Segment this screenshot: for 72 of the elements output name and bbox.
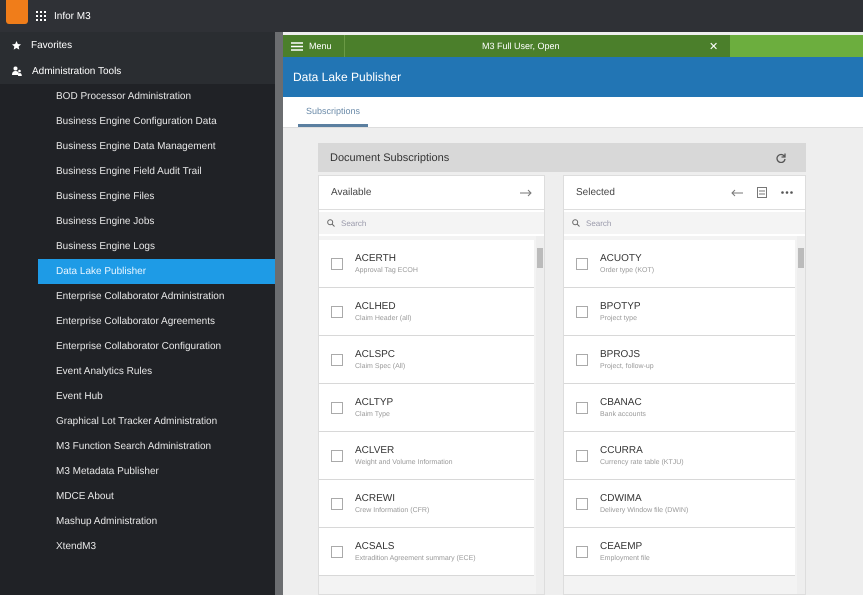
checkbox[interactable]	[576, 306, 588, 318]
scrollbar[interactable]	[797, 236, 805, 594]
item-code: BPOTYP	[600, 301, 641, 312]
checkbox[interactable]	[576, 498, 588, 510]
item-code: ACUOTY	[600, 253, 643, 264]
star-icon	[12, 40, 21, 50]
checkbox[interactable]	[576, 402, 588, 414]
sidebar-item[interactable]: BOD Processor Administration	[38, 84, 275, 109]
sidebar-item[interactable]: Mashup Administration	[38, 509, 275, 534]
item-code: ACLHED	[355, 301, 397, 312]
menu-icon	[291, 42, 303, 50]
sidebar-item[interactable]: MDCE About	[38, 484, 275, 509]
item-code: ACSALS	[355, 541, 396, 552]
arrow-right-icon[interactable]	[520, 188, 532, 196]
sidebar-item[interactable]: Event Analytics Rules	[38, 359, 275, 384]
item-code: CEAEMP	[600, 541, 644, 552]
sidebar-item[interactable]: Business Engine Field Audit Trail	[38, 159, 275, 184]
users-icon	[12, 66, 22, 76]
search-field[interactable]: Search	[564, 212, 805, 234]
sidebar-item[interactable]: Enterprise Collaborator Configuration	[38, 334, 275, 359]
search-field[interactable]: Search	[319, 212, 544, 234]
sidebar-item[interactable]: Enterprise Collaborator Agreements	[38, 309, 275, 334]
refresh-icon[interactable]	[776, 152, 786, 162]
checkbox[interactable]	[331, 354, 343, 366]
more-icon[interactable]	[781, 191, 793, 194]
column-title: Selected	[576, 187, 616, 198]
checkbox[interactable]	[576, 450, 588, 462]
sidebar-item[interactable]: XtendM3	[38, 534, 275, 559]
checkbox[interactable]	[331, 546, 343, 558]
checkbox[interactable]	[576, 546, 588, 558]
checkbox[interactable]	[576, 258, 588, 270]
sidebar-item[interactable]: Business Engine Jobs	[38, 209, 275, 234]
item-code: ACERTH	[355, 253, 397, 264]
scrollbar[interactable]	[275, 32, 283, 595]
checkbox[interactable]	[331, 306, 343, 318]
checkbox[interactable]	[576, 354, 588, 366]
search-icon	[572, 219, 580, 227]
sidebar-item[interactable]: M3 Function Search Administration	[38, 434, 275, 459]
grid-icon[interactable]	[36, 11, 46, 21]
app-title: Infor M3	[54, 10, 91, 22]
tab-title: M3 Full User, Open	[480, 41, 561, 51]
page-title: Data Lake Publisher	[293, 70, 402, 84]
sidebar-item[interactable]: Business Engine Data Management	[38, 134, 275, 159]
item-code: ACLSPC	[355, 349, 396, 360]
item-code: ACLVER	[355, 445, 396, 456]
save-icon[interactable]	[757, 187, 767, 198]
sidebar-item[interactable]: Event Hub	[38, 384, 275, 409]
item-code: ACLTYP	[355, 397, 394, 408]
sidebar-section[interactable]: Favorites	[0, 32, 275, 58]
tab[interactable]: Subscriptions	[298, 106, 368, 127]
item-code: BPROJS	[600, 349, 642, 360]
item-code: ACREWI	[355, 493, 396, 504]
sidebar-item[interactable]: Business Engine Configuration Data	[38, 109, 275, 134]
item-code: CBANAC	[600, 397, 643, 408]
sidebar-section[interactable]: Administration Tools	[0, 58, 275, 84]
sidebar-item[interactable]: Business Engine Logs	[38, 234, 275, 259]
sidebar-item[interactable]: Business Engine Files	[38, 184, 275, 209]
panel-title: Document Subscriptions	[330, 152, 450, 164]
sidebar-item[interactable]: Graphical Lot Tracker Administration	[38, 409, 275, 434]
checkbox[interactable]	[331, 402, 343, 414]
sidebar-item[interactable]: M3 Metadata Publisher	[38, 459, 275, 484]
column-title: Available	[331, 187, 372, 198]
checkbox[interactable]	[331, 258, 343, 270]
arrow-left-icon[interactable]	[731, 188, 743, 196]
item-code: CCURRA	[600, 445, 644, 456]
scrollbar[interactable]	[536, 236, 544, 594]
checkbox[interactable]	[331, 450, 343, 462]
search-icon	[327, 219, 335, 227]
sidebar-item[interactable]: Enterprise Collaborator Administration	[38, 284, 275, 309]
close-button[interactable]: ✕	[697, 40, 730, 52]
checkbox[interactable]	[331, 498, 343, 510]
item-code: CDWIMA	[600, 493, 643, 504]
